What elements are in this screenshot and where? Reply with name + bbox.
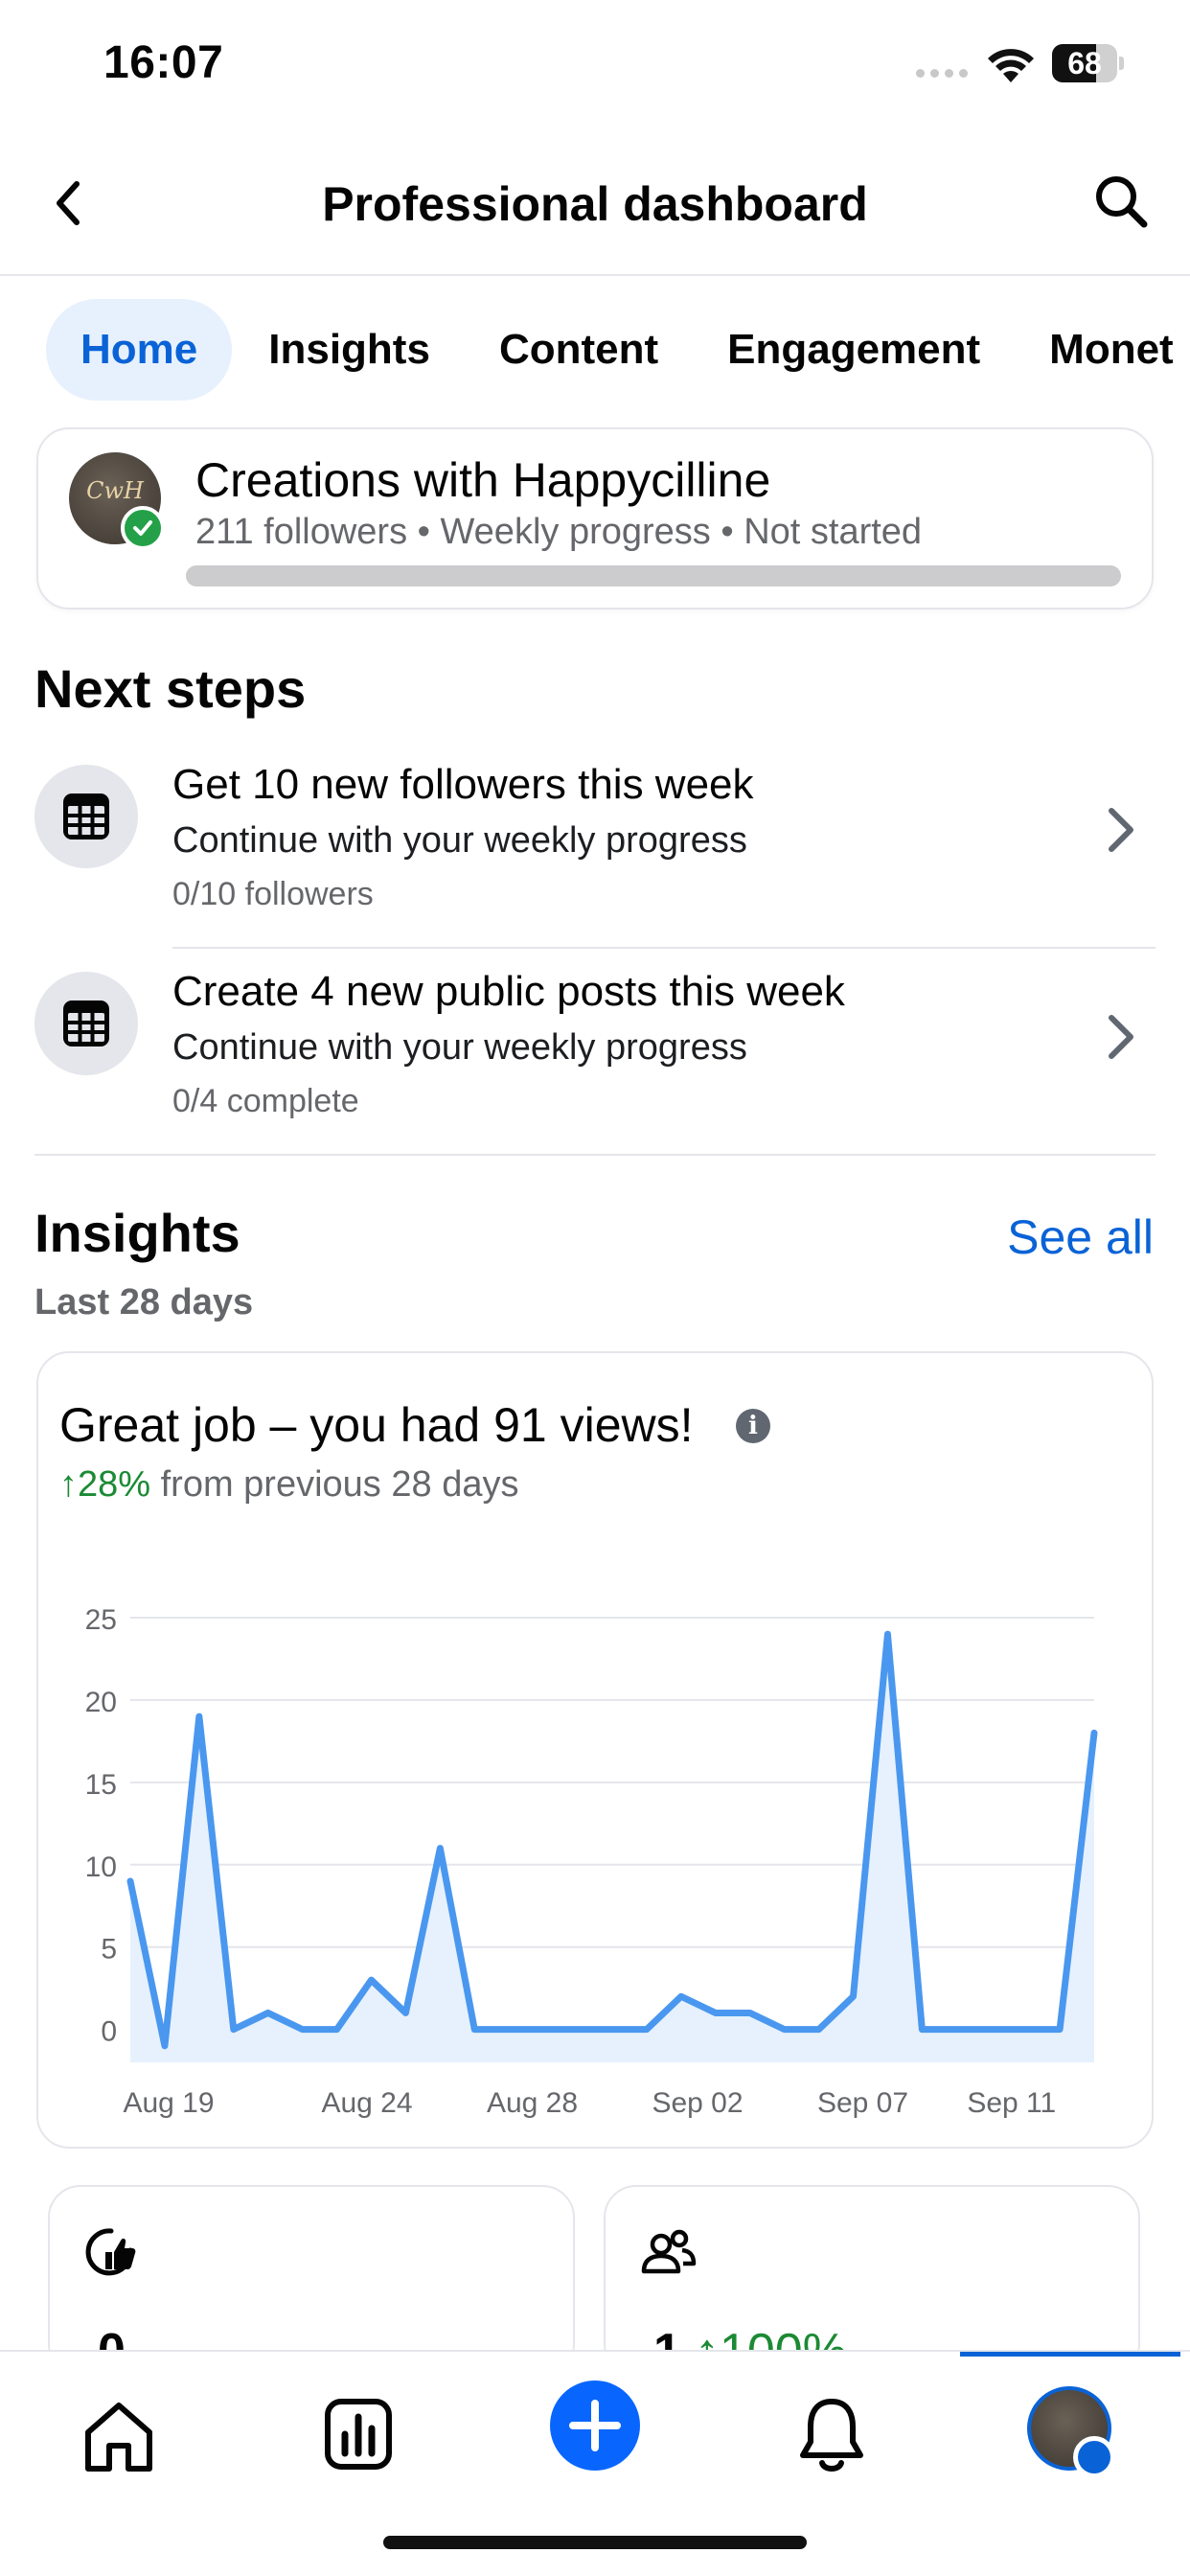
bell-icon[interactable] bbox=[784, 2386, 880, 2482]
stats-icon[interactable] bbox=[310, 2386, 406, 2482]
tab-bar: Home Insights Content Engagement Monet bbox=[46, 299, 1190, 401]
calendar-icon bbox=[34, 972, 138, 1075]
cellular-signal-icon bbox=[916, 69, 968, 78]
profile-name: Creations with Happycilline bbox=[195, 453, 771, 507]
y-tick-label: 0 bbox=[101, 2016, 117, 2048]
series-area bbox=[130, 1634, 1094, 2062]
people-icon bbox=[641, 2229, 697, 2274]
y-tick-label: 20 bbox=[85, 1687, 117, 1718]
tab-engagement[interactable]: Engagement bbox=[693, 299, 1015, 401]
nav-active-indicator bbox=[960, 2352, 1180, 2357]
x-tick-label: Sep 07 bbox=[817, 2087, 908, 2119]
x-tick-label: Aug 19 bbox=[123, 2087, 214, 2119]
wifi-icon bbox=[988, 49, 1034, 82]
home-icon[interactable] bbox=[71, 2386, 167, 2482]
insights-title: Insights bbox=[34, 1203, 240, 1263]
step-progress: 0/4 complete bbox=[172, 1083, 359, 1119]
status-bar: 16:07 68 bbox=[0, 0, 1190, 134]
chevron-right-icon bbox=[1109, 1015, 1133, 1059]
divider bbox=[34, 1154, 1156, 1156]
profile-card[interactable]: CwH Creations with Happycilline 211 foll… bbox=[36, 427, 1154, 610]
header: Professional dashboard bbox=[0, 144, 1190, 276]
menu-badge-icon bbox=[1073, 2436, 1115, 2478]
step-progress: 0/10 followers bbox=[172, 876, 374, 912]
see-all-link[interactable]: See all bbox=[1007, 1209, 1154, 1265]
views-line-chart: 0 5 10 15 20 25 Aug 19 Aug 24 Aug 28 Sep 02 Sep 07… bbox=[85, 1604, 1098, 2119]
y-tick-label: 5 bbox=[101, 1934, 117, 1966]
page-title: Professional dashboard bbox=[322, 177, 868, 231]
tab-home[interactable]: Home bbox=[46, 299, 233, 401]
y-tick-label: 25 bbox=[85, 1604, 117, 1636]
battery-icon: 68 bbox=[1052, 44, 1124, 82]
avatar-monogram: CwH bbox=[86, 477, 144, 504]
calendar-icon bbox=[34, 765, 138, 868]
profile-meta: 211 followers • Weekly progress • Not st… bbox=[195, 512, 923, 552]
weekly-progress-bar bbox=[186, 565, 1121, 586]
plot-area bbox=[130, 1618, 1094, 2062]
profile-avatar[interactable] bbox=[1027, 2386, 1115, 2478]
thumbs-up-icon bbox=[85, 2228, 136, 2276]
x-tick-label: Sep 02 bbox=[652, 2087, 743, 2119]
battery-percent: 68 bbox=[1067, 46, 1102, 80]
verified-check-icon bbox=[121, 506, 165, 550]
y-tick-label: 10 bbox=[85, 1852, 117, 1883]
series-line bbox=[126, 1630, 1098, 2050]
create-icon[interactable] bbox=[550, 2380, 640, 2471]
views-chart-card[interactable]: Great job – you had 91 views! i ↑28% fro… bbox=[36, 1351, 1154, 2149]
engagement-metric-card[interactable]: 0 bbox=[48, 2185, 575, 2377]
search-icon[interactable] bbox=[1090, 171, 1154, 234]
step-title: Create 4 new public posts this week bbox=[172, 968, 845, 1015]
chevron-right-icon bbox=[1109, 808, 1133, 852]
home-indicator bbox=[383, 2536, 807, 2549]
insights-period: Last 28 days bbox=[34, 1282, 254, 1322]
step-subtitle: Continue with your weekly progress bbox=[172, 1027, 747, 1068]
step-subtitle: Continue with your weekly progress bbox=[172, 820, 747, 861]
next-step-item[interactable]: Get 10 new followers this week Continue … bbox=[0, 740, 1190, 947]
tab-monetization[interactable]: Monet bbox=[1015, 299, 1190, 401]
tab-content[interactable]: Content bbox=[465, 299, 693, 401]
followers-metric-card[interactable]: 1↑100% bbox=[604, 2185, 1140, 2377]
next-step-item[interactable]: Create 4 new public posts this week Cont… bbox=[0, 947, 1190, 1154]
tab-insights[interactable]: Insights bbox=[234, 299, 465, 401]
status-time: 16:07 bbox=[103, 37, 224, 88]
x-tick-label: Aug 24 bbox=[321, 2087, 412, 2119]
next-steps-title: Next steps bbox=[34, 658, 307, 719]
y-tick-label: 15 bbox=[85, 1769, 117, 1801]
step-title: Get 10 new followers this week bbox=[172, 761, 754, 808]
x-tick-label: Aug 28 bbox=[487, 2087, 578, 2119]
x-tick-label: Sep 11 bbox=[967, 2087, 1056, 2119]
